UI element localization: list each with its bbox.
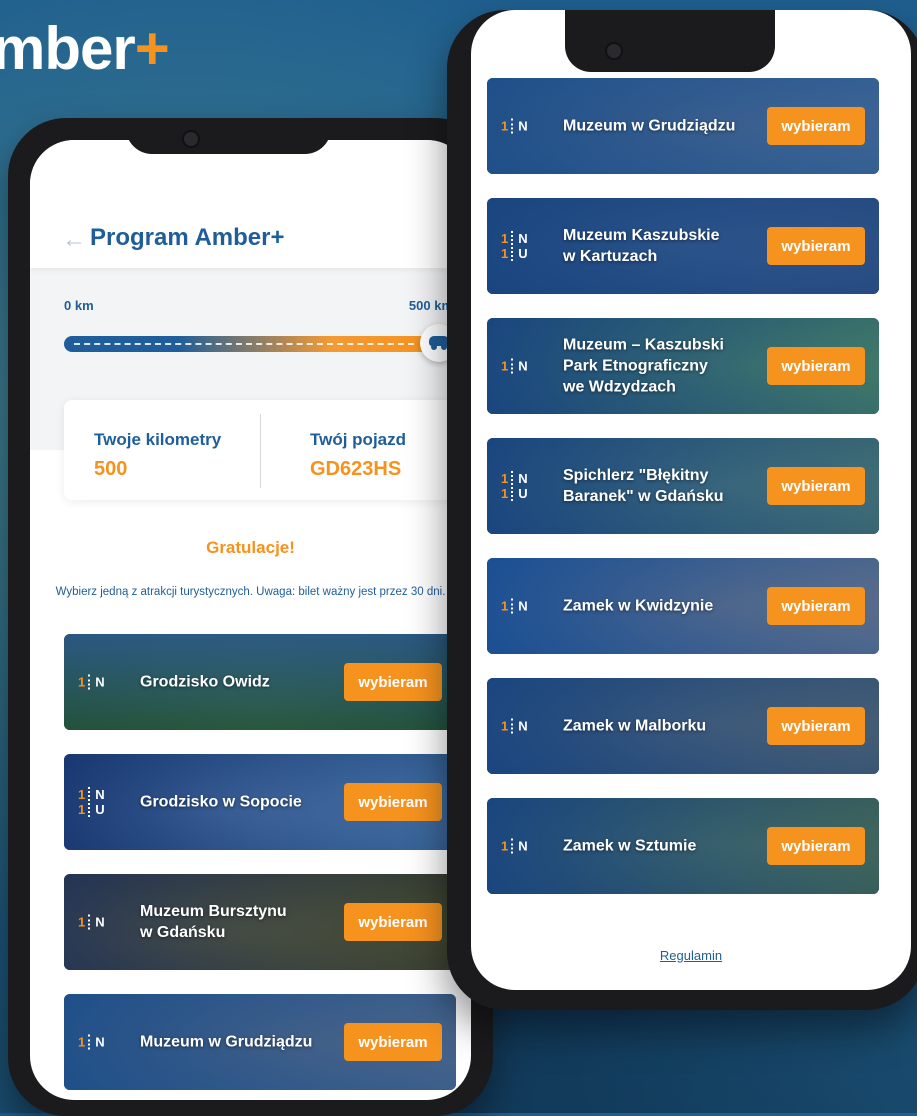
badge-count: 1 xyxy=(501,838,509,854)
ticket-badge-icon: 11NU xyxy=(78,787,105,817)
choose-button[interactable]: wybieram xyxy=(344,663,442,701)
choose-button[interactable]: wybieram xyxy=(767,107,865,145)
attraction-name: Muzeum Kaszubskie w Kartuzach xyxy=(563,227,720,265)
attraction-tile[interactable]: 1 1 N U Grodzisko w Sopocie wybieram xyxy=(64,754,456,850)
badge-type: N xyxy=(518,838,528,854)
left-phone: ← Program Amber+ 0 km 500 km Twoje kilom… xyxy=(8,118,493,1116)
attraction-tile[interactable]: 1 N Zamek w Malborku wybieram xyxy=(487,678,879,774)
badge-type: N xyxy=(518,118,528,134)
ticket-badge-icon: 1N xyxy=(501,358,528,374)
attraction-name: Zamek w Kwidzynie xyxy=(563,597,714,615)
attraction-tile[interactable]: 1 N Muzeum – Kaszubski Park Etnograficzny … xyxy=(487,318,879,414)
badge-type: N xyxy=(518,358,528,374)
attraction-tile[interactable]: 1 N Muzeum Bursztynu w Gdańsku wybieram xyxy=(64,874,456,970)
km-value: 500 xyxy=(94,458,128,480)
badge-count: 1 xyxy=(501,118,509,134)
notch xyxy=(126,118,331,154)
ticket-badge-icon: 1N xyxy=(501,838,528,854)
notch xyxy=(565,10,775,72)
badge-type: N xyxy=(95,787,105,802)
ticket-badge-icon: 1N xyxy=(501,598,528,614)
km-label: Twoje kilometry xyxy=(94,430,222,449)
ticket-badge-icon: 1N xyxy=(78,1034,105,1050)
badge-type: N xyxy=(518,471,528,486)
badge-count: 1 xyxy=(501,358,509,374)
badge-count: 1 xyxy=(78,1034,86,1050)
ticket-badge-icon: 1N xyxy=(78,674,105,690)
vehicle-label: Twój pojazd xyxy=(310,430,407,449)
choose-button[interactable]: wybieram xyxy=(767,707,865,745)
regulamin-link[interactable]: Regulamin xyxy=(471,948,911,963)
attraction-name: Muzeum w Grudziądzu xyxy=(140,1033,313,1051)
choose-button[interactable]: wybieram xyxy=(767,227,865,265)
badge-count: 1 xyxy=(78,787,86,802)
instructions-text: Wybierz jedną z atrakcji turystycznych. … xyxy=(55,586,446,598)
badge-count: 1 xyxy=(78,674,86,690)
badge-type: U xyxy=(95,802,105,817)
ticket-badge-icon: 11NU xyxy=(501,231,528,261)
choose-button[interactable]: wybieram xyxy=(767,347,865,385)
badge-type: U xyxy=(518,246,528,261)
choose-button[interactable]: wybieram xyxy=(767,827,865,865)
choose-button[interactable]: wybieram xyxy=(344,783,442,821)
badge-count: 1 xyxy=(501,231,509,246)
attraction-tile[interactable]: 1 N Muzeum w Grudziądzu wybieram xyxy=(64,994,456,1090)
badge-type: N xyxy=(518,718,528,734)
left-screen: ← Program Amber+ 0 km 500 km Twoje kilom… xyxy=(30,140,471,1100)
attraction-name: Grodzisko w Sopocie xyxy=(140,793,302,811)
summary-card: Twoje kilometry 500 Twój pojazd GD623HS xyxy=(64,400,456,500)
attraction-tile[interactable]: 1 N Grodzisko Owidz wybieram xyxy=(64,634,456,730)
attraction-name: Muzeum Bursztynu w Gdańsku xyxy=(140,903,287,941)
badge-count: 1 xyxy=(501,486,509,501)
attraction-name: Muzeum w Grudziądzu xyxy=(563,117,736,135)
page-title: Program Amber+ xyxy=(90,224,285,251)
right-phone: 1 N Muzeum w Grudziądzu wybieram 1 1 N U Muzeum … xyxy=(447,10,917,1010)
badge-count: 1 xyxy=(501,718,509,734)
ticket-badge-icon: 1N xyxy=(501,118,528,134)
badge-count: 1 xyxy=(501,246,509,261)
badge-count: 1 xyxy=(78,802,86,817)
back-arrow-icon[interactable]: ← xyxy=(62,226,86,254)
ticket-badge-icon: 1N xyxy=(78,914,105,930)
attraction-name: Spichlerz "Błękitny Baranek" w Gdańsku xyxy=(563,467,724,505)
attraction-tile[interactable]: 1 N Zamek w Kwidzynie wybieram xyxy=(487,558,879,654)
badge-type: N xyxy=(95,674,105,690)
attraction-tile[interactable]: 1 N Zamek w Sztumie wybieram xyxy=(487,798,879,894)
attraction-name: Zamek w Malborku xyxy=(563,717,707,735)
km-progress-track xyxy=(64,336,444,352)
attraction-name: Muzeum – Kaszubski Park Etnograficzny we… xyxy=(563,336,724,396)
badge-type: N xyxy=(95,1034,105,1050)
slider-min-label: 0 km xyxy=(64,298,94,313)
camera-icon xyxy=(182,130,200,148)
attraction-tile[interactable]: 1 N Muzeum w Grudziądzu wybieram xyxy=(487,78,879,174)
badge-type: N xyxy=(518,231,528,246)
vehicle-value: GD623HS xyxy=(310,458,402,480)
car-icon xyxy=(429,336,449,350)
attraction-name: Zamek w Sztumie xyxy=(563,837,697,855)
camera-icon xyxy=(605,42,623,60)
attraction-tile[interactable]: 1 1 N U Spichlerz "Błękitny Baranek" w Gdańs… xyxy=(487,438,879,534)
badge-type: N xyxy=(518,598,528,614)
right-screen: 1 N Muzeum w Grudziądzu wybieram 1 1 N U Muzeum … xyxy=(471,10,911,990)
choose-button[interactable]: wybieram xyxy=(767,587,865,625)
header: ← Program Amber+ xyxy=(30,140,471,268)
badge-count: 1 xyxy=(501,598,509,614)
attraction-tile[interactable]: 1 1 N U Muzeum Kaszubskie w Kartuzach wybiera… xyxy=(487,198,879,294)
ticket-badge-icon: 11NU xyxy=(501,471,528,501)
ticket-badge-icon: 1N xyxy=(501,718,528,734)
choose-button[interactable]: wybieram xyxy=(767,467,865,505)
choose-button[interactable]: wybieram xyxy=(344,1023,442,1061)
badge-count: 1 xyxy=(78,914,86,930)
choose-button[interactable]: wybieram xyxy=(344,903,442,941)
attraction-name: Grodzisko Owidz xyxy=(140,673,270,691)
congrats-heading: Gratulacje! xyxy=(206,538,295,557)
badge-type: N xyxy=(95,914,105,930)
brand-logo: mber+ xyxy=(0,15,170,82)
badge-count: 1 xyxy=(501,471,509,486)
badge-type: U xyxy=(518,486,528,501)
divider xyxy=(260,414,261,488)
